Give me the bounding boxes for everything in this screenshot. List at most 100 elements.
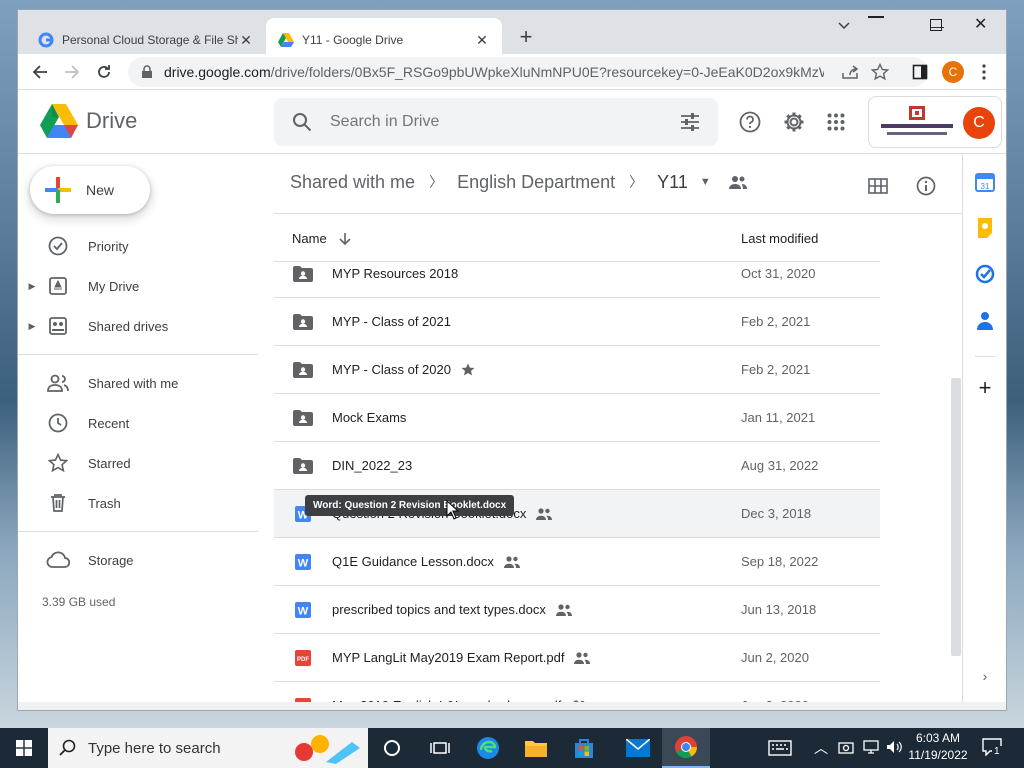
nav-item-my-drive[interactable]: ▶ My Drive (18, 270, 258, 302)
file-name[interactable]: MYP Resources 2018 (332, 266, 458, 281)
drive-logo[interactable]: Drive (40, 104, 137, 138)
nav-item-starred[interactable]: Starred (18, 447, 258, 479)
tab-search-chevron-icon[interactable] (830, 14, 858, 38)
folder-menu-dropdown-icon[interactable]: ▼ (700, 176, 711, 188)
file-name[interactable]: MYP - Class of 2021 (332, 314, 451, 329)
volume-tray-icon[interactable] (886, 740, 902, 757)
file-name[interactable]: Q1E Guidance Lesson.docx (332, 554, 520, 569)
search-options-icon[interactable] (662, 113, 718, 131)
tasks-icon[interactable] (973, 262, 997, 286)
drive-logo-icon (40, 104, 78, 138)
file-row[interactable]: W Q1E Guidance Lesson.docx Sep 18, 2022 (274, 538, 880, 586)
windows-start-icon[interactable] (0, 728, 48, 768)
chrome-icon[interactable] (662, 728, 710, 768)
file-name[interactable]: prescribed topics and text types.docx (332, 602, 572, 617)
star-icon (46, 451, 70, 475)
trash-icon (46, 491, 70, 515)
show-hidden-icons-chevron-icon[interactable]: ︿ (814, 738, 828, 758)
file-row[interactable]: MYP - Class of 2021 Feb 2, 2021 (274, 298, 880, 346)
contacts-icon[interactable] (973, 308, 997, 332)
notification-center-icon[interactable]: 1 (982, 738, 1002, 759)
browser-menu-icon[interactable] (974, 62, 994, 82)
file-name[interactable]: MYP LangLit May2019 Exam Report.pdf (332, 650, 591, 665)
file-row[interactable]: Mock Exams Jan 11, 2021 (274, 394, 880, 442)
file-name[interactable]: Mock Exams (332, 410, 406, 425)
file-explorer-icon[interactable] (512, 728, 560, 768)
camera-tray-icon[interactable] (838, 740, 854, 757)
apps-grid-icon[interactable] (824, 110, 848, 134)
expand-side-panel-chevron-icon[interactable]: › (973, 664, 997, 688)
file-row[interactable]: DIN_2022_23 Aug 31, 2022 (274, 442, 880, 490)
column-name[interactable]: Name (292, 231, 351, 246)
account-box[interactable]: C (868, 96, 1002, 148)
column-last-modified[interactable]: Last modified (741, 231, 818, 246)
horizontal-scrollbar[interactable] (18, 702, 1006, 710)
add-addon-plus-icon[interactable]: + (973, 375, 997, 400)
close-tab-icon[interactable]: ✕ (238, 32, 254, 49)
bookmark-star-icon[interactable] (870, 62, 890, 82)
keep-icon[interactable] (973, 216, 997, 240)
shared-folder-icon (292, 311, 314, 333)
browser-profile-avatar[interactable]: C (942, 61, 964, 83)
keyboard-tray-icon[interactable] (756, 728, 804, 768)
grid-view-icon[interactable] (866, 174, 890, 198)
file-modified-date: Jun 13, 2018 (741, 602, 817, 617)
taskbar-clock[interactable]: 6:03 AM 11/19/2022 (908, 731, 968, 762)
file-name-text: MYP LangLit May2019 Exam Report.pdf (332, 650, 565, 665)
file-row[interactable]: Wprescribed topics and text types.docx Ju… (274, 586, 880, 634)
close-window-icon[interactable]: ✕ (974, 14, 987, 34)
expand-arrow-icon[interactable]: ▶ (18, 321, 46, 332)
file-name[interactable]: MYP - Class of 2020 (332, 362, 475, 377)
file-modified-date: Jan 11, 2021 (741, 410, 816, 425)
tab-title: Personal Cloud Storage & File Sh (62, 33, 238, 47)
file-name-text: Q1E Guidance Lesson.docx (332, 554, 494, 569)
nav-item-shared-drives[interactable]: ▶ Shared drives (18, 310, 258, 342)
search-icon[interactable] (274, 112, 330, 132)
mail-icon[interactable] (614, 728, 662, 768)
nav-item-recent[interactable]: Recent (18, 407, 258, 439)
minimize-icon[interactable] (868, 16, 884, 18)
nav-item-trash[interactable]: Trash (18, 487, 258, 519)
nav-label: Shared drives (88, 318, 169, 334)
help-icon[interactable] (738, 110, 762, 134)
maximize-icon[interactable] (930, 19, 942, 31)
share-icon[interactable] (840, 62, 860, 82)
edge-icon[interactable] (464, 728, 512, 768)
network-tray-icon[interactable] (862, 740, 880, 757)
new-tab-button[interactable]: + (514, 24, 538, 50)
task-view-icon[interactable] (416, 728, 464, 768)
svg-text:PDF: PDF (297, 657, 309, 663)
taskbar-search-box[interactable]: Type here to search (48, 728, 368, 768)
chevron-right-icon: 〉 (429, 174, 444, 190)
calendar-icon[interactable]: 31 (973, 170, 997, 194)
account-avatar[interactable]: C (963, 107, 995, 139)
sort-arrow-down-icon[interactable] (339, 232, 351, 246)
back-icon[interactable] (26, 58, 54, 86)
search-bar[interactable] (274, 98, 718, 146)
expand-arrow-icon[interactable]: ▶ (18, 281, 46, 292)
file-name[interactable]: DIN_2022_23 (332, 458, 412, 473)
address-bar[interactable]: drive.google.com/drive/folders/0Bx5F_RSG… (128, 57, 928, 87)
breadcrumb-current-folder[interactable]: Y11 (657, 172, 688, 193)
browser-window: Personal Cloud Storage & File Sh ✕ Y11 -… (18, 10, 1006, 710)
file-row[interactable]: MYP Resources 2018 Oct 31, 2020 (274, 262, 880, 298)
nav-item-storage[interactable]: Storage (18, 544, 258, 576)
nav-item-shared-with-me[interactable]: Shared with me (18, 367, 258, 399)
settings-gear-icon[interactable] (782, 110, 806, 134)
nav-item-priority[interactable]: Priority (18, 230, 258, 262)
breadcrumb-english-department[interactable]: English Department (457, 172, 615, 193)
vertical-scrollbar[interactable] (951, 378, 961, 656)
reload-icon[interactable] (90, 58, 118, 86)
notification-count-badge: 1 (992, 746, 1002, 757)
search-input[interactable] (330, 113, 662, 131)
cortana-circle-icon[interactable] (368, 728, 416, 768)
breadcrumb-shared-with-me[interactable]: Shared with me (290, 172, 415, 193)
forward-icon[interactable] (58, 58, 86, 86)
info-icon[interactable] (914, 174, 938, 198)
new-button[interactable]: New (30, 166, 150, 214)
microsoft-store-icon[interactable] (560, 728, 608, 768)
file-row[interactable]: PDF MYP LangLit May2019 Exam Report.pdf Ju… (274, 634, 880, 682)
file-row[interactable]: MYP - Class of 2020 Feb 2, 2021 (274, 346, 880, 394)
close-tab-icon[interactable]: ✕ (474, 32, 490, 49)
side-panel-icon[interactable] (910, 62, 930, 82)
